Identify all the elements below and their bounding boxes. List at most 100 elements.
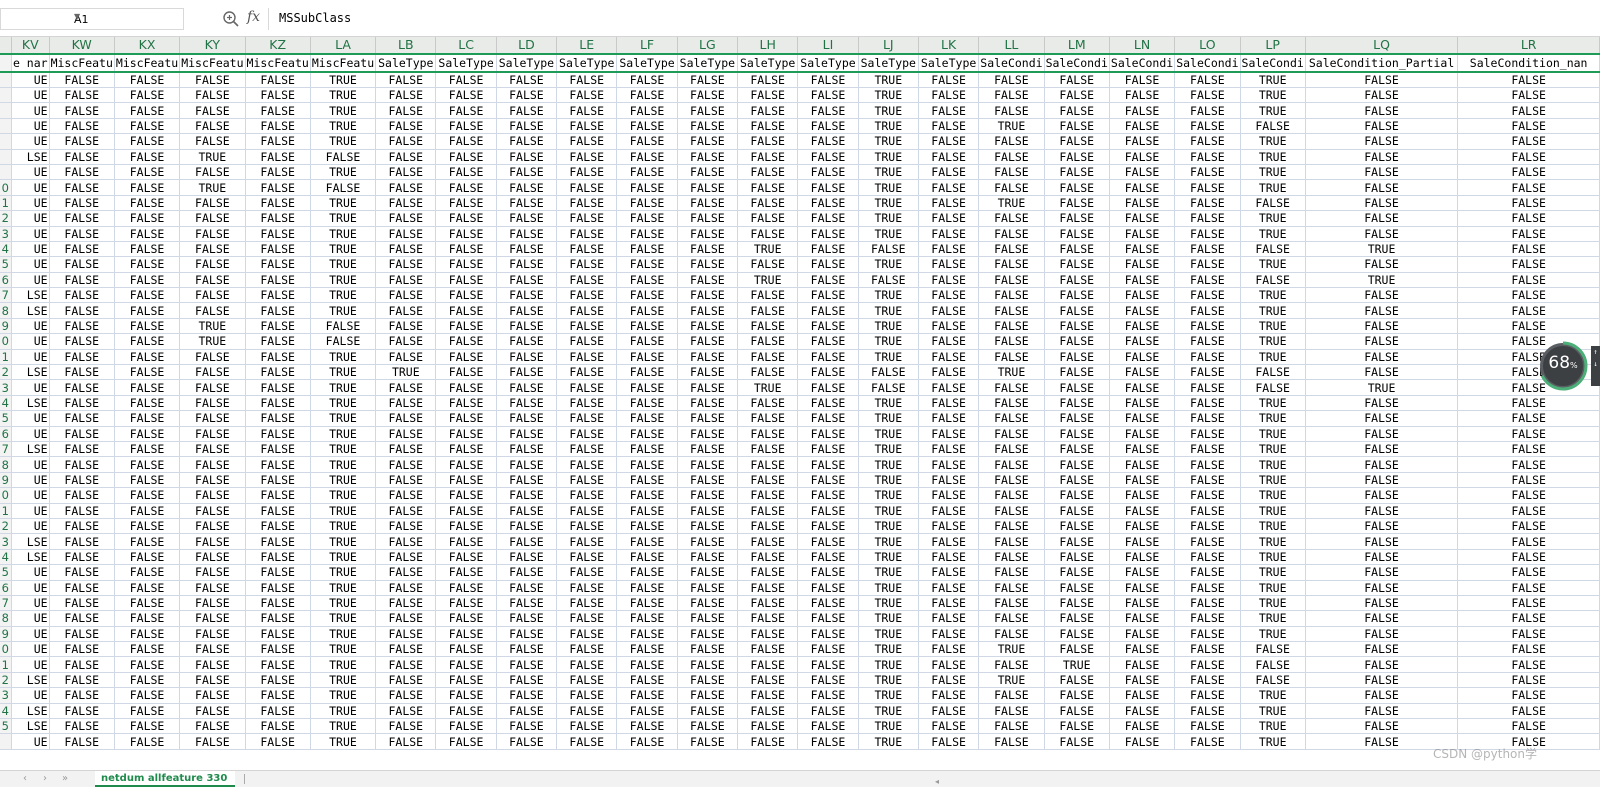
table-cell[interactable]: TRUE (858, 456, 919, 473)
table-cell[interactable]: FALSE (1044, 87, 1110, 104)
table-cell[interactable]: FALSE (1174, 656, 1241, 673)
table-cell[interactable]: FALSE (797, 410, 859, 427)
table-cell[interactable]: UE (11, 656, 50, 673)
table-cell[interactable]: FALSE (1109, 656, 1176, 673)
table-cell[interactable]: FALSE (797, 441, 859, 458)
table-cell[interactable]: FALSE (797, 610, 859, 627)
table-cell[interactable]: FALSE (978, 149, 1045, 165)
table-cell[interactable]: FALSE (375, 503, 437, 519)
table-cell[interactable]: TRUE (737, 379, 799, 396)
table-cell[interactable]: FALSE (556, 441, 618, 458)
table-cell[interactable]: FALSE (435, 703, 497, 720)
table-cell[interactable]: FALSE (496, 349, 558, 366)
table-cell[interactable]: FALSE (435, 256, 497, 273)
table-cell[interactable]: FALSE (556, 256, 618, 273)
table-cell[interactable]: FALSE (858, 272, 919, 289)
table-cell[interactable]: FALSE (1305, 118, 1459, 135)
table-cell[interactable]: FALSE (978, 349, 1045, 366)
table-cell[interactable]: FALSE (1109, 102, 1176, 119)
table-cell[interactable]: FALSE (496, 549, 558, 566)
table-cell[interactable]: FALSE (737, 410, 799, 427)
table-cell[interactable]: TRUE (179, 149, 246, 165)
table-cell[interactable]: FALSE (49, 549, 115, 566)
table-cell[interactable]: FALSE (114, 379, 181, 396)
table-cell[interactable]: FALSE (1109, 118, 1176, 135)
table-cell[interactable]: FALSE (1457, 149, 1600, 165)
table-cell[interactable]: FALSE (1044, 580, 1110, 596)
table-cell[interactable]: FALSE (435, 318, 497, 335)
row-header[interactable]: 1 (0, 656, 12, 673)
table-cell[interactable]: FALSE (677, 72, 739, 88)
table-cell[interactable]: FALSE (737, 256, 799, 273)
zoom-icon[interactable] (222, 10, 240, 28)
table-cell[interactable]: FALSE (978, 518, 1045, 535)
table-cell[interactable]: TRUE (310, 210, 377, 227)
table-cell[interactable]: FALSE (496, 518, 558, 535)
table-cell[interactable]: FALSE (1174, 718, 1241, 735)
table-cell[interactable]: FALSE (616, 456, 678, 473)
table-cell[interactable]: FALSE (375, 703, 437, 720)
table-cell[interactable]: FALSE (556, 487, 618, 504)
table-cell[interactable]: FALSE (496, 287, 558, 304)
table-cell[interactable]: FALSE (114, 580, 181, 596)
table-cell[interactable]: FALSE (1174, 626, 1241, 643)
table-cell[interactable]: FALSE (677, 164, 739, 181)
table-cell[interactable]: TRUE (858, 656, 919, 673)
table-cell[interactable]: FALSE (49, 687, 115, 704)
table-cell[interactable]: FALSE (1044, 518, 1110, 535)
table-cell[interactable]: FALSE (797, 395, 859, 412)
table-cell[interactable]: FALSE (978, 595, 1045, 612)
table-cell[interactable]: FALSE (918, 302, 980, 319)
table-cell[interactable]: UE (11, 102, 50, 119)
table-cell[interactable]: FALSE (1174, 302, 1241, 319)
table-cell[interactable]: FALSE (1109, 456, 1176, 473)
table-cell[interactable]: FALSE (1044, 133, 1110, 150)
table-cell[interactable]: FALSE (677, 733, 739, 750)
table-cell[interactable]: FALSE (1174, 672, 1241, 689)
table-cell[interactable]: FALSE (918, 672, 980, 689)
table-cell[interactable]: SaleCondi (1174, 53, 1241, 73)
table-cell[interactable]: FALSE (1044, 149, 1110, 165)
table-cell[interactable]: FALSE (918, 610, 980, 627)
table-cell[interactable]: FALSE (797, 149, 859, 165)
table-cell[interactable]: TRUE (858, 302, 919, 319)
table-cell[interactable]: FALSE (1044, 395, 1110, 412)
table-cell[interactable]: MiscFeatu (310, 53, 377, 73)
spreadsheet-grid[interactable]: KV KW KX KY KZ LA LB LC LD LE LF LG LH LI LJ LK LL LM LN LO… (0, 37, 1600, 770)
table-cell[interactable]: FALSE (858, 364, 919, 381)
fx-icon[interactable]: fx (247, 9, 260, 25)
row-header[interactable]: 2 (0, 672, 12, 689)
table-cell[interactable]: FALSE (978, 441, 1045, 458)
table-cell[interactable]: UE (11, 733, 50, 750)
table-cell[interactable]: TRUE (310, 287, 377, 304)
table-cell[interactable]: FALSE (918, 564, 980, 581)
table-cell[interactable]: FALSE (245, 533, 311, 550)
table-cell[interactable]: TRUE (1240, 226, 1306, 242)
table-cell[interactable]: FALSE (616, 733, 678, 750)
table-cell[interactable]: FALSE (616, 287, 678, 304)
table-cell[interactable]: TRUE (858, 287, 919, 304)
table-cell[interactable]: FALSE (179, 426, 246, 442)
table-cell[interactable]: FALSE (737, 102, 799, 119)
table-cell[interactable]: FALSE (556, 102, 618, 119)
table-cell[interactable]: FALSE (435, 241, 497, 258)
table-cell[interactable]: FALSE (49, 379, 115, 396)
table-cell[interactable]: FALSE (375, 241, 437, 258)
table-cell[interactable]: FALSE (978, 718, 1045, 735)
table-cell[interactable]: TRUE (310, 718, 377, 735)
table-cell[interactable]: UE (11, 564, 50, 581)
table-cell[interactable]: FALSE (496, 102, 558, 119)
table-cell[interactable]: FALSE (1174, 703, 1241, 720)
table-cell[interactable]: FALSE (375, 487, 437, 504)
table-cell[interactable]: FALSE (1174, 287, 1241, 304)
table-cell[interactable]: TRUE (858, 179, 919, 196)
row-header[interactable]: 5 (0, 564, 12, 581)
table-cell[interactable]: FALSE (1174, 349, 1241, 366)
table-cell[interactable]: FALSE (978, 287, 1045, 304)
table-cell[interactable]: FALSE (435, 456, 497, 473)
table-cell[interactable]: FALSE (179, 687, 246, 704)
table-cell[interactable]: FALSE (1109, 580, 1176, 596)
table-cell[interactable]: FALSE (737, 133, 799, 150)
table-cell[interactable]: FALSE (1305, 302, 1459, 319)
table-cell[interactable]: FALSE (677, 179, 739, 196)
